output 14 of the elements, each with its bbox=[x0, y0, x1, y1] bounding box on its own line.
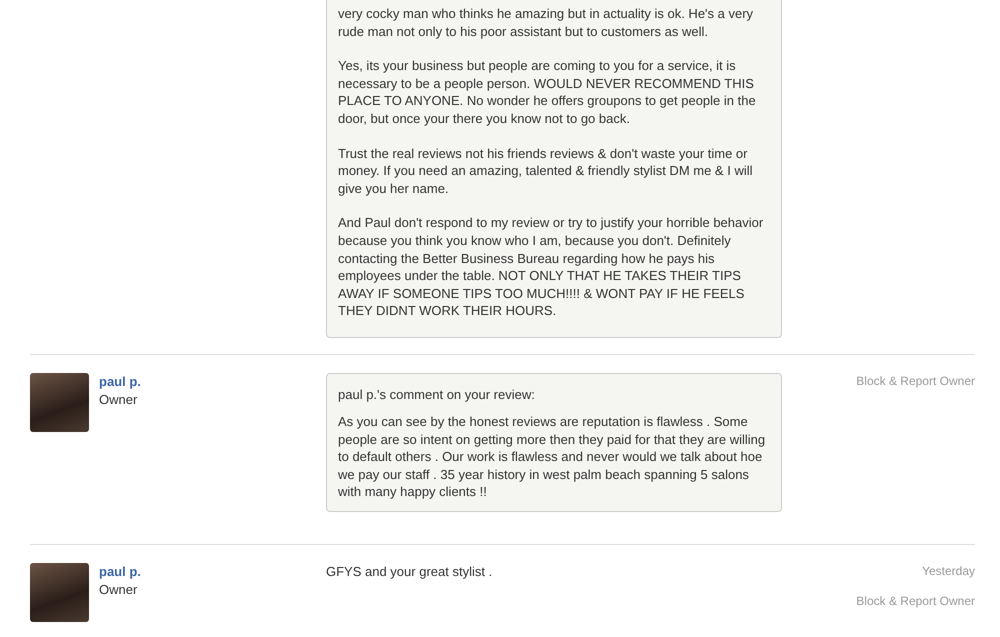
comment-text: As you can see by the honest reviews are reputation is flawless . Some people are so intent on getting more then they paid for that they are willing to default others . Our work is flawless and never would we talk about hoe we pay our staff . 35 year history in west palm beach spanning 5 salons with many happy clients !! bbox=[338, 412, 766, 501]
user-name[interactable]: paul p. bbox=[99, 562, 326, 581]
user-name[interactable]: paul p. bbox=[99, 372, 326, 391]
avatar-photo-placeholder bbox=[30, 372, 89, 432]
user-role: Owner bbox=[99, 390, 138, 409]
user-role: Owner bbox=[99, 580, 138, 599]
review-paragraph: very cocky man who thinks he amazing but in actuality is ok. He's a very rude man not only to his poor assistant but to customers as well. bbox=[338, 5, 754, 40]
timestamp: Yesterday bbox=[922, 562, 975, 580]
comment-heading: paul p.'s comment on your review: bbox=[338, 386, 536, 404]
review-paragraph: Trust the real reviews not his friends reviews & don't waste your time or money. If you need an amazing, talented & friendly stylist DM me & I will give you her name. bbox=[338, 144, 754, 198]
review-paragraph: And Paul don't respond to my review or try to justify your horrible behavior because you think you know who I am, because you don't. Definitely contacting the Better Business Bureau regarding how he pays his employees under the table. NOT ONLY THAT HE TAKES THEIR TIPS AWAY IF SOMEONE TIPS TOO MUCH!!!! & WONT PAY IF HE FEELS THEY DIDNT WORK THEIR HOURS. bbox=[338, 214, 764, 320]
review-paragraph: Yes, its your business but people are coming to you for a service, it is necessary to be a people person. WOULD NEVER RECOMMEND THIS PLACE TO ANYONE. No wonder he offers groupons to get people in the door, but once your there you know not to go back. bbox=[338, 57, 757, 128]
comment-text: GFYS and your great stylist . bbox=[326, 562, 494, 580]
avatar-photo-placeholder bbox=[30, 562, 89, 622]
